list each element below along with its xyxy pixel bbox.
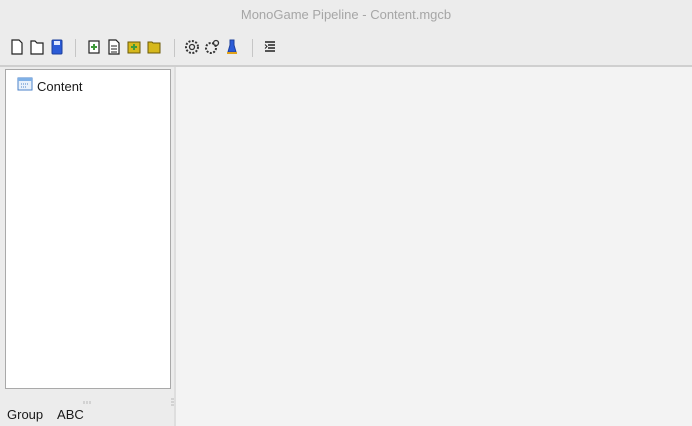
- rebuild-icon[interactable]: [204, 37, 220, 57]
- tree-item-label: Content: [37, 78, 83, 94]
- main-content-area[interactable]: [176, 67, 692, 426]
- save-icon[interactable]: [49, 37, 65, 57]
- tree-item-content[interactable]: Content: [17, 77, 83, 95]
- build-icon[interactable]: [184, 37, 200, 57]
- toolbar-separator: [252, 39, 253, 57]
- toolbar-separator: [174, 39, 175, 57]
- toolbar: [0, 33, 692, 63]
- new-item-icon[interactable]: [86, 37, 102, 57]
- open-file-icon[interactable]: [29, 37, 45, 57]
- existing-folder-icon[interactable]: [146, 37, 162, 57]
- tab-group[interactable]: Group: [7, 407, 43, 422]
- tree-view-mode-tabs: Group ABC: [7, 407, 95, 425]
- tab-abc[interactable]: ABC: [57, 407, 84, 422]
- filter-output-icon[interactable]: [262, 37, 278, 57]
- pane-resize-grip[interactable]: [83, 391, 91, 404]
- new-folder-icon[interactable]: [126, 37, 142, 57]
- toolbar-separator: [75, 39, 76, 57]
- new-file-icon[interactable]: [9, 37, 25, 57]
- clean-icon[interactable]: [224, 37, 240, 57]
- add-existing-item-icon[interactable]: [106, 37, 122, 57]
- window-title: MonoGame Pipeline - Content.mgcb: [240, 7, 452, 22]
- project-tree-panel[interactable]: Content: [5, 69, 171, 389]
- project-icon: [17, 77, 33, 96]
